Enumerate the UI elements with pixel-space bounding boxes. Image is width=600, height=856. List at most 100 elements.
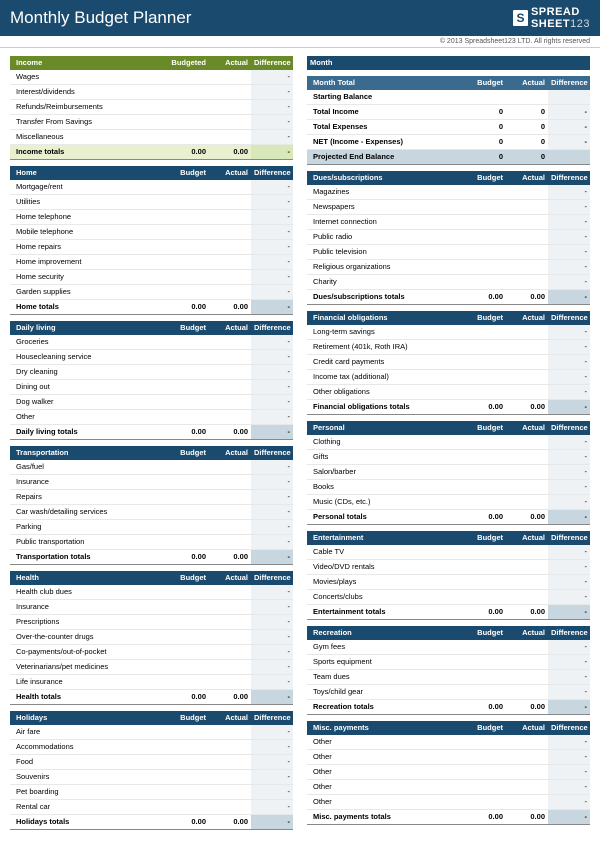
actual-cell[interactable] xyxy=(209,380,251,395)
budget-cell[interactable] xyxy=(464,275,506,290)
budget-cell[interactable] xyxy=(167,800,209,815)
budget-cell[interactable] xyxy=(167,505,209,520)
budget-cell[interactable] xyxy=(464,590,506,605)
budget-cell[interactable] xyxy=(167,460,209,475)
actual-cell[interactable] xyxy=(209,490,251,505)
actual-cell[interactable] xyxy=(209,270,251,285)
budget-cell[interactable] xyxy=(167,740,209,755)
actual-cell[interactable] xyxy=(209,70,251,85)
budget-cell[interactable] xyxy=(464,355,506,370)
actual-cell[interactable] xyxy=(209,100,251,115)
actual-cell[interactable] xyxy=(506,750,548,765)
budget-cell[interactable] xyxy=(464,670,506,685)
actual-cell[interactable] xyxy=(209,335,251,350)
actual-cell[interactable] xyxy=(209,645,251,660)
actual-cell[interactable] xyxy=(209,475,251,490)
budget-cell[interactable] xyxy=(167,85,209,100)
actual-cell[interactable] xyxy=(506,355,548,370)
actual-cell[interactable] xyxy=(506,215,548,230)
actual-cell[interactable] xyxy=(209,350,251,365)
budget-cell[interactable] xyxy=(464,230,506,245)
actual-cell[interactable] xyxy=(506,260,548,275)
budget-cell[interactable] xyxy=(167,210,209,225)
budget-cell[interactable] xyxy=(167,395,209,410)
actual-cell[interactable] xyxy=(209,285,251,300)
actual-cell[interactable] xyxy=(209,410,251,425)
actual-cell[interactable] xyxy=(506,560,548,575)
budget-cell[interactable] xyxy=(464,795,506,810)
actual-cell[interactable] xyxy=(209,130,251,145)
actual-cell[interactable] xyxy=(506,575,548,590)
budget-cell[interactable] xyxy=(167,675,209,690)
actual-cell[interactable] xyxy=(506,340,548,355)
budget-cell[interactable] xyxy=(167,660,209,675)
budget-cell[interactable] xyxy=(167,100,209,115)
actual-cell[interactable] xyxy=(209,615,251,630)
budget-cell[interactable] xyxy=(464,340,506,355)
budget-cell[interactable] xyxy=(464,765,506,780)
budget-cell[interactable] xyxy=(167,115,209,130)
actual-cell[interactable] xyxy=(209,660,251,675)
actual-cell[interactable] xyxy=(506,275,548,290)
actual-cell[interactable] xyxy=(506,325,548,340)
actual-cell[interactable] xyxy=(209,535,251,550)
budget-cell[interactable] xyxy=(464,325,506,340)
actual-cell[interactable] xyxy=(506,735,548,750)
budget-cell[interactable] xyxy=(464,370,506,385)
budget-cell[interactable] xyxy=(167,520,209,535)
actual-cell[interactable] xyxy=(209,520,251,535)
actual-cell[interactable] xyxy=(209,785,251,800)
actual-cell[interactable] xyxy=(506,780,548,795)
actual-cell[interactable] xyxy=(506,480,548,495)
budget-cell[interactable] xyxy=(464,685,506,700)
budget-cell[interactable] xyxy=(167,225,209,240)
actual-cell[interactable] xyxy=(209,210,251,225)
budget-cell[interactable] xyxy=(167,270,209,285)
budget-cell[interactable] xyxy=(167,130,209,145)
budget-cell[interactable] xyxy=(167,770,209,785)
budget-cell[interactable] xyxy=(167,255,209,270)
actual-cell[interactable] xyxy=(506,185,548,200)
budget-cell[interactable] xyxy=(167,380,209,395)
actual-cell[interactable] xyxy=(209,365,251,380)
actual-cell[interactable] xyxy=(506,450,548,465)
budget-cell[interactable] xyxy=(167,180,209,195)
budget-cell[interactable] xyxy=(167,725,209,740)
budget-cell[interactable] xyxy=(464,245,506,260)
budget-cell[interactable] xyxy=(167,285,209,300)
actual-cell[interactable] xyxy=(506,655,548,670)
budget-cell[interactable] xyxy=(464,560,506,575)
budget-cell[interactable] xyxy=(464,545,506,560)
budget-cell[interactable] xyxy=(464,495,506,510)
budget-cell[interactable] xyxy=(167,615,209,630)
budget-cell[interactable] xyxy=(167,475,209,490)
actual-cell[interactable] xyxy=(209,240,251,255)
budget-cell[interactable] xyxy=(167,645,209,660)
actual-cell[interactable] xyxy=(209,630,251,645)
budget-cell[interactable] xyxy=(464,260,506,275)
budget-cell[interactable] xyxy=(464,450,506,465)
budget-cell[interactable] xyxy=(167,350,209,365)
actual-cell[interactable] xyxy=(506,385,548,400)
budget-cell[interactable] xyxy=(167,585,209,600)
actual-cell[interactable] xyxy=(209,675,251,690)
actual-cell[interactable] xyxy=(506,495,548,510)
actual-cell[interactable] xyxy=(209,115,251,130)
actual-cell[interactable] xyxy=(209,395,251,410)
actual-cell[interactable] xyxy=(209,800,251,815)
actual-cell[interactable] xyxy=(506,435,548,450)
budget-cell[interactable] xyxy=(167,630,209,645)
actual-cell[interactable] xyxy=(209,600,251,615)
actual-cell[interactable] xyxy=(209,180,251,195)
actual-cell[interactable] xyxy=(506,685,548,700)
actual-cell[interactable] xyxy=(209,725,251,740)
budget-cell[interactable] xyxy=(167,195,209,210)
actual-cell[interactable] xyxy=(506,640,548,655)
budget-cell[interactable] xyxy=(167,70,209,85)
budget-cell[interactable] xyxy=(167,240,209,255)
budget-cell[interactable] xyxy=(167,410,209,425)
actual-cell[interactable] xyxy=(209,225,251,240)
actual-cell[interactable] xyxy=(506,230,548,245)
actual-cell[interactable] xyxy=(506,200,548,215)
actual-cell[interactable] xyxy=(506,795,548,810)
